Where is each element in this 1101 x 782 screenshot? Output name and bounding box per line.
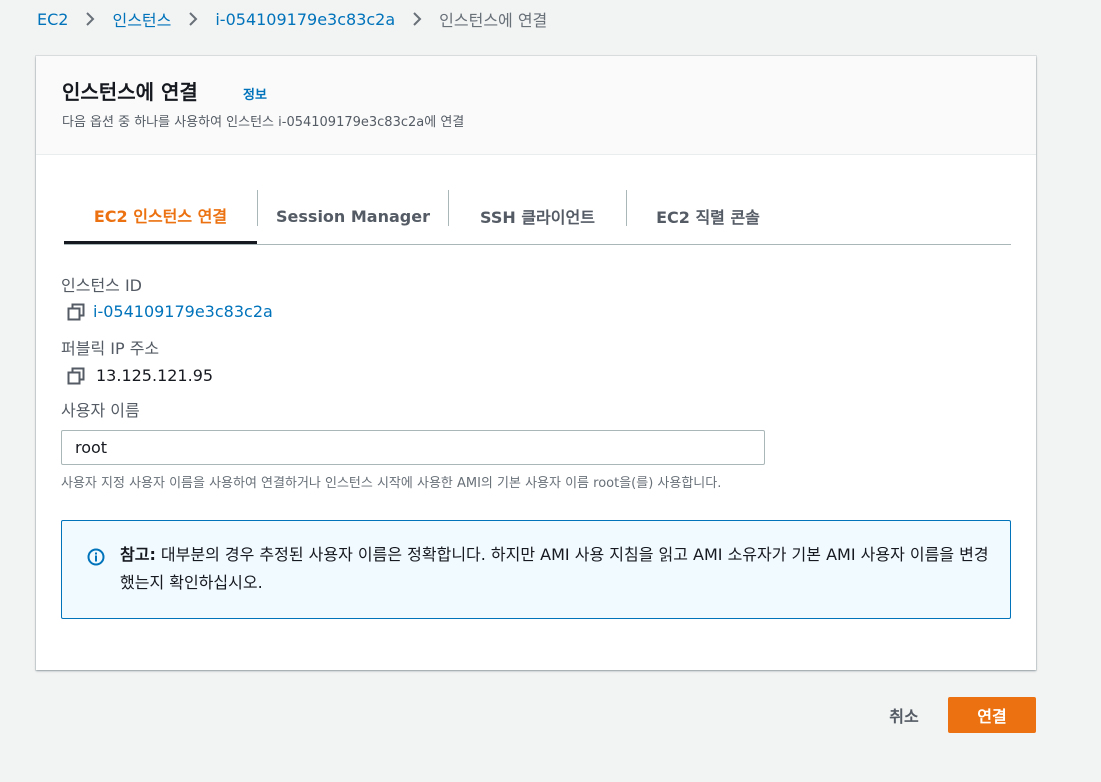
alert-prefix: 참고: [120, 545, 156, 564]
alert-text: 참고: 대부분의 경우 추정된 사용자 이름은 정확합니다. 하지만 AMI 사… [120, 541, 990, 597]
public-ip-row: 13.125.121.95 [67, 366, 213, 385]
username-help-text: 사용자 지정 사용자 이름을 사용하여 연결하거나 인스턴스 시작에 사용한 A… [61, 476, 722, 491]
copy-icon[interactable] [67, 303, 85, 321]
tab-ec2-instance-connect[interactable]: EC2 인스턴스 연결 [64, 188, 257, 244]
copy-icon[interactable] [67, 367, 85, 385]
instance-id-label: 인스턴스 ID [61, 276, 143, 295]
breadcrumb-ec2[interactable]: EC2 [37, 10, 68, 29]
tab-ec2-serial-console[interactable]: EC2 직렬 콘솔 [627, 188, 789, 244]
breadcrumb-instance-id[interactable]: i-054109179e3c83c2a [215, 10, 395, 29]
panel-description: 다음 옵션 중 하나를 사용하여 인스턴스 i-054109179e3c83c2… [62, 115, 465, 130]
chevron-right-icon [68, 6, 112, 32]
info-link[interactable]: 정보 [243, 84, 267, 103]
info-alert: 참고: 대부분의 경우 추정된 사용자 이름은 정확합니다. 하지만 AMI 사… [61, 520, 1011, 619]
connect-panel: 인스턴스에 연결 정보 다음 옵션 중 하나를 사용하여 인스턴스 i-0541… [36, 56, 1036, 670]
panel-header: 인스턴스에 연결 정보 다음 옵션 중 하나를 사용하여 인스턴스 i-0541… [36, 56, 1036, 155]
username-input[interactable] [61, 430, 765, 465]
public-ip-value: 13.125.121.95 [96, 366, 214, 385]
username-label: 사용자 이름 [61, 401, 140, 420]
tab-session-manager[interactable]: Session Manager [258, 188, 448, 244]
breadcrumb: EC2 인스턴스 i-054109179e3c83c2a 인스턴스에 연결 [37, 6, 547, 32]
public-ip-label: 퍼블릭 IP 주소 [61, 339, 160, 358]
breadcrumb-instances[interactable]: 인스턴스 [112, 7, 171, 31]
connection-tabs: EC2 인스턴스 연결 Session Manager SSH 클라이언트 EC… [64, 188, 1011, 245]
cancel-button[interactable]: 취소 [866, 697, 942, 733]
connect-button[interactable]: 연결 [948, 697, 1036, 733]
chevron-right-icon [171, 6, 215, 32]
instance-id-value[interactable]: i-054109179e3c83c2a [93, 302, 273, 321]
info-icon [87, 548, 105, 566]
alert-body: 대부분의 경우 추정된 사용자 이름은 정확합니다. 하지만 AMI 사용 지침… [120, 545, 989, 592]
breadcrumb-current: 인스턴스에 연결 [439, 11, 548, 30]
chevron-right-icon [395, 6, 439, 32]
page-title: 인스턴스에 연결 [62, 80, 198, 104]
tab-ssh-client[interactable]: SSH 클라이언트 [449, 188, 626, 244]
instance-id-row: i-054109179e3c83c2a [67, 302, 273, 321]
